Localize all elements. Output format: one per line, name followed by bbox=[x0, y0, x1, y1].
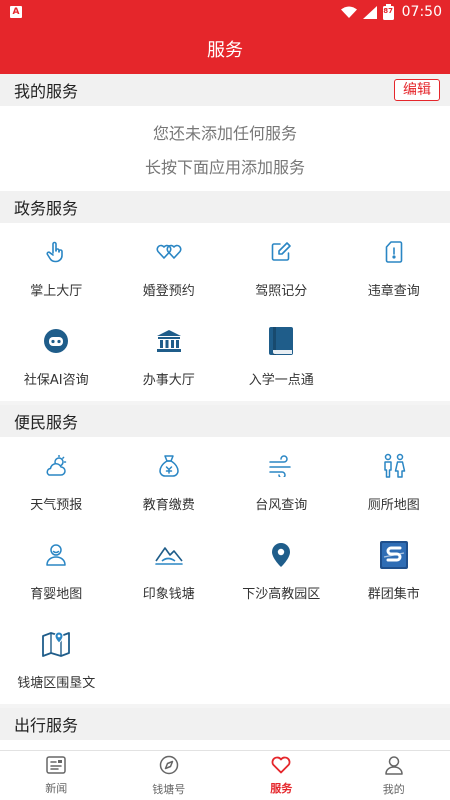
service-tile-affairs-hall[interactable]: 办事大厅 bbox=[113, 312, 226, 401]
signal-icon bbox=[362, 5, 377, 19]
my-services-header: 我的服务 编辑 bbox=[0, 74, 450, 106]
user-icon bbox=[384, 755, 404, 778]
service-label: 印象钱塘 bbox=[142, 587, 195, 602]
service-label: 婚登预约 bbox=[142, 284, 195, 299]
battery-icon: 87 bbox=[382, 4, 394, 20]
double-heart-icon bbox=[153, 236, 185, 268]
service-label: 台风查询 bbox=[255, 498, 308, 513]
app-notification-icon: A bbox=[10, 6, 22, 18]
service-tile-xiasha-campus[interactable]: 下沙高教园区 bbox=[225, 526, 338, 615]
service-label: 钱塘区围垦文 bbox=[17, 676, 96, 691]
market-logo-icon bbox=[378, 539, 410, 571]
bank-building-icon bbox=[153, 325, 185, 357]
location-pin-icon bbox=[265, 539, 297, 571]
service-tile-group-market[interactable]: 群团集市 bbox=[338, 526, 450, 615]
service-label: 办事大厅 bbox=[142, 373, 195, 388]
life-services-title: 便民服务 bbox=[14, 413, 79, 432]
service-tile-hall[interactable]: 掌上大厅 bbox=[0, 223, 113, 312]
empty-hint-line1: 您还未添加任何服务 bbox=[152, 123, 297, 143]
service-tile-violation[interactable]: 违章查询 bbox=[338, 223, 450, 312]
service-tile-weather[interactable]: 天气预报 bbox=[0, 437, 113, 526]
service-label: 驾照记分 bbox=[255, 284, 308, 299]
service-tile-marriage[interactable]: 婚登预约 bbox=[113, 223, 226, 312]
service-label: 下沙高教园区 bbox=[242, 587, 321, 602]
life-services-grid: 天气预报 教育缴费 台风查询 厕所地图 育婴地图 印象钱塘 下沙高教园区 群团集… bbox=[0, 437, 450, 704]
edit-note-icon bbox=[265, 236, 297, 268]
services-page[interactable]: 我的服务 编辑 您还未添加任何服务 长按下面应用添加服务 政务服务 掌上大厅 婚… bbox=[0, 74, 450, 750]
gov-services-header: 政务服务 bbox=[0, 191, 450, 223]
tab-label: 服务 bbox=[270, 781, 293, 795]
service-tile-social-ai[interactable]: 社保AI咨询 bbox=[0, 312, 113, 401]
clock: 07:50 bbox=[401, 4, 442, 20]
service-label: 入学一点通 bbox=[248, 373, 314, 388]
service-tile-qiantang-impression[interactable]: 印象钱塘 bbox=[113, 526, 226, 615]
life-services-header: 便民服务 bbox=[0, 405, 450, 437]
compass-icon bbox=[159, 755, 179, 778]
tab-news[interactable]: 新闻 bbox=[0, 751, 113, 800]
service-tile-license-points[interactable]: 驾照记分 bbox=[225, 223, 338, 312]
service-label: 掌上大厅 bbox=[30, 284, 83, 299]
service-tile-edu-payment[interactable]: 教育缴费 bbox=[113, 437, 226, 526]
battery-level: 87 bbox=[383, 7, 394, 15]
service-tile-typhoon[interactable]: 台风查询 bbox=[225, 437, 338, 526]
gov-services-grid: 掌上大厅 婚登预约 驾照记分 违章查询 社保AI咨询 办事大厅 入学一点通 bbox=[0, 223, 450, 401]
bottom-tab-bar: 新闻 钱塘号 服务 我的 bbox=[0, 750, 450, 800]
service-tile-reclamation-culture[interactable]: 钱塘区围垦文 bbox=[0, 615, 113, 704]
tab-label: 我的 bbox=[382, 782, 405, 796]
my-services-empty: 您还未添加任何服务 长按下面应用添加服务 bbox=[0, 106, 450, 191]
service-label: 天气预报 bbox=[30, 498, 83, 513]
my-services-title: 我的服务 bbox=[14, 82, 79, 101]
tab-mine[interactable]: 我的 bbox=[338, 751, 450, 800]
travel-services-header: 出行服务 bbox=[0, 708, 450, 740]
weather-icon bbox=[40, 450, 72, 482]
service-label: 育婴地图 bbox=[30, 587, 83, 602]
book-icon bbox=[265, 325, 297, 357]
tab-services[interactable]: 服务 bbox=[225, 751, 338, 800]
service-tile-baby-map[interactable]: 育婴地图 bbox=[0, 526, 113, 615]
empty-hint-line2: 长按下面应用添加服务 bbox=[144, 157, 305, 177]
status-bar: A 87 07:50 bbox=[0, 0, 450, 24]
sim-alert-icon bbox=[378, 236, 410, 268]
travel-services-grid bbox=[0, 740, 450, 750]
money-bag-icon bbox=[153, 450, 185, 482]
map-icon bbox=[40, 628, 72, 660]
tab-qiantanghao[interactable]: 钱塘号 bbox=[113, 751, 226, 800]
service-label: 厕所地图 bbox=[367, 498, 420, 513]
service-tile-enrollment[interactable]: 入学一点通 bbox=[225, 312, 338, 401]
toilet-icon bbox=[378, 450, 410, 482]
robot-icon bbox=[40, 325, 72, 357]
service-tile-toilet-map[interactable]: 厕所地图 bbox=[338, 437, 450, 526]
service-label: 违章查询 bbox=[367, 284, 420, 299]
service-label: 社保AI咨询 bbox=[23, 373, 89, 388]
service-label: 教育缴费 bbox=[142, 498, 195, 513]
baby-icon bbox=[40, 539, 72, 571]
news-icon bbox=[46, 755, 66, 777]
mountain-icon bbox=[153, 539, 185, 571]
wifi-icon bbox=[340, 6, 357, 19]
gov-services-title: 政务服务 bbox=[14, 199, 79, 218]
travel-services-title: 出行服务 bbox=[14, 716, 79, 735]
wind-icon bbox=[265, 450, 297, 482]
page-title: 服务 bbox=[0, 24, 450, 74]
heart-icon bbox=[271, 756, 291, 777]
tab-label: 钱塘号 bbox=[152, 782, 186, 796]
hand-pointer-icon bbox=[40, 236, 72, 268]
tab-label: 新闻 bbox=[45, 781, 68, 795]
edit-button[interactable]: 编辑 bbox=[394, 79, 440, 101]
service-label: 群团集市 bbox=[367, 587, 420, 602]
